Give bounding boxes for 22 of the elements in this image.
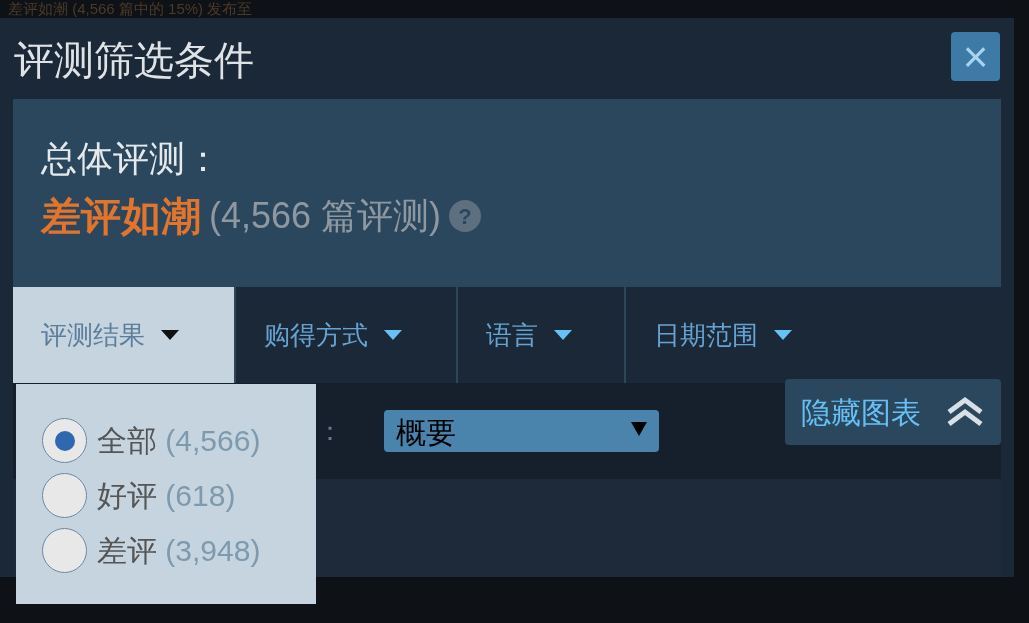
caret-icon [161,330,179,340]
caret-icon [384,330,402,340]
summary-label: 总体评测： [41,137,222,181]
radio-button[interactable] [42,418,87,463]
radio-button[interactable] [42,528,87,573]
background-text: 差评如潮 (4,566 篇中的 15%) 发布至 [7,0,254,18]
caret-icon [554,330,572,340]
option-label[interactable]: 差评 (3,948) [97,528,261,573]
caret-icon [631,422,647,436]
radio-button[interactable] [42,473,87,518]
caret-icon [774,330,792,340]
option-label[interactable]: 全部 (4,566) [97,418,261,463]
close-button[interactable]: × [951,32,1000,81]
option-label[interactable]: 好评 (618) [97,473,236,518]
dialog-title: 评测筛选条件 [14,37,254,84]
rating-text: 差评如潮 [41,193,201,240]
filter-tab[interactable]: 评测结果 [13,287,234,383]
display-label: ： [317,414,344,448]
hide-chart-button[interactable]: 隐藏图表 [785,379,1001,445]
chevron-up-icon [945,396,985,428]
review-count: (4,566 篇评测) [209,194,442,238]
display-select[interactable]: 概要 [384,410,659,452]
